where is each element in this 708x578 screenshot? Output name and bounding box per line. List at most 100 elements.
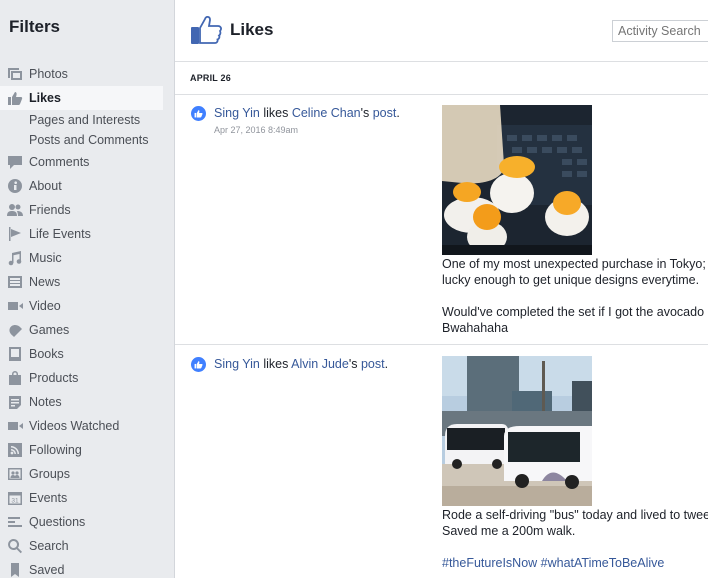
caption-line: One of my most unexpected purchase in To…: [442, 257, 708, 271]
sidebar-item-questions[interactable]: Questions: [0, 510, 174, 534]
caption-line: Rode a self-driving "bus" today and live…: [442, 508, 708, 522]
sidebar-item-life-events[interactable]: Life Events: [0, 222, 174, 246]
sidebar-item-label: Likes: [29, 91, 61, 105]
activity-story: Sing Yin likes Celine Chan's post. Apr 2…: [175, 95, 708, 345]
calendar-icon: 31: [7, 490, 23, 506]
sidebar-subitem-pages-and-interests[interactable]: Pages and Interests: [0, 110, 174, 130]
sidebar-item-label: Video: [29, 299, 61, 313]
sidebar-item-label: Comments: [29, 155, 90, 169]
rss-icon: [7, 442, 23, 458]
actor-link[interactable]: Sing Yin: [214, 106, 260, 120]
sidebar-item-following[interactable]: Following: [0, 438, 174, 462]
sidebar-item-saved[interactable]: Saved: [0, 558, 174, 578]
photos-icon: [7, 66, 23, 82]
friends-icon: [7, 202, 23, 218]
shopping-bag-icon: [7, 370, 23, 386]
sidebar-item-notes[interactable]: Notes: [0, 390, 174, 414]
target-profile-link[interactable]: Celine Chan: [292, 106, 361, 120]
period: .: [384, 357, 389, 371]
sidebar-item-videos-watched[interactable]: Videos Watched: [0, 414, 174, 438]
possessive: 's: [348, 357, 361, 371]
caption-line: lucky enough to get unique designs every…: [442, 273, 700, 287]
sidebar-item-label: Saved: [29, 563, 65, 577]
svg-text:31: 31: [11, 498, 19, 505]
sidebar-item-games[interactable]: Games: [0, 318, 174, 342]
post-image-self-driving-bus[interactable]: [442, 356, 592, 506]
sidebar-item-label: Videos Watched: [29, 419, 120, 433]
info-icon: [7, 178, 23, 194]
book-icon: [7, 346, 23, 362]
sidebar-item-news[interactable]: News: [0, 270, 174, 294]
like-badge-icon: [191, 106, 206, 121]
sidebar-item-comments[interactable]: Comments: [0, 150, 174, 174]
sidebar-item-label: Games: [29, 323, 70, 337]
like-badge-icon: [191, 357, 206, 372]
possessive: 's: [360, 106, 373, 120]
questions-icon: [7, 514, 23, 530]
post-link[interactable]: post: [361, 357, 385, 371]
sidebar-title: Filters: [9, 17, 61, 36]
bookmark-icon: [7, 562, 23, 578]
story-timestamp[interactable]: Apr 27, 2016 8:49am: [214, 125, 298, 135]
sidebar-item-label: Friends: [29, 203, 71, 217]
thumbs-up-icon: [190, 15, 222, 45]
page-title: Likes: [230, 20, 274, 39]
sidebar-item-label: Music: [29, 251, 62, 265]
gamepad-icon: [7, 322, 23, 338]
sidebar-item-label: Groups: [29, 467, 70, 481]
sidebar-item-label: Products: [29, 371, 79, 385]
search-icon: [7, 538, 23, 554]
likes-header: Likes: [175, 0, 708, 62]
sidebar-item-label: Search: [29, 539, 69, 553]
story-summary: Sing Yin likes Alvin Jude's post.: [214, 357, 388, 371]
music-note-icon: [7, 250, 23, 266]
hashtag-link[interactable]: #theFutureIsNow: [442, 556, 537, 570]
sidebar-item-label: Following: [29, 443, 82, 457]
sidebar-item-groups[interactable]: Groups: [0, 462, 174, 486]
story-verb: likes: [259, 106, 292, 120]
date-label: APRIL 26: [190, 73, 231, 83]
video-camera-icon: [7, 418, 23, 434]
activity-search-input[interactable]: [612, 20, 708, 42]
sidebar-item-events[interactable]: 31 Events: [0, 486, 174, 510]
sidebar-item-label: News: [29, 275, 61, 289]
actor-link[interactable]: Sing Yin: [214, 357, 260, 371]
sidebar-item-photos[interactable]: Photos: [0, 62, 174, 86]
sidebar-item-music[interactable]: Music: [0, 246, 174, 270]
caption-line: Saved me a 200m walk.: [442, 524, 576, 538]
hashtag-link[interactable]: #whatATimeToBeAlive: [541, 556, 665, 570]
video-camera-icon: [7, 298, 23, 314]
sidebar-item-label: Books: [29, 347, 64, 361]
period: .: [396, 106, 400, 120]
post-caption: One of my most unexpected purchase in To…: [442, 256, 708, 336]
sidebar-subitem-posts-and-comments[interactable]: Posts and Comments: [0, 130, 174, 150]
sidebar-item-likes[interactable]: Likes: [0, 86, 163, 110]
sidebar-item-label: About: [29, 179, 62, 193]
sidebar-item-about[interactable]: About: [0, 174, 174, 198]
notes-icon: [7, 394, 23, 410]
post-link[interactable]: post: [373, 106, 397, 120]
filters-nav: Photos Likes Pages and Interests Posts a…: [0, 62, 174, 578]
post-image-gudetama[interactable]: [442, 105, 592, 255]
news-icon: [7, 274, 23, 290]
sidebar-item-search[interactable]: Search: [0, 534, 174, 558]
sidebar-item-products[interactable]: Products: [0, 366, 174, 390]
caption-line: Would've completed the set if I got the …: [442, 305, 708, 319]
comment-icon: [7, 154, 23, 170]
sidebar-item-label: Events: [29, 491, 68, 505]
sidebar-item-label: Notes: [29, 395, 62, 409]
sidebar-item-label: Questions: [29, 515, 86, 529]
sidebar-item-friends[interactable]: Friends: [0, 198, 174, 222]
story-verb: likes: [259, 357, 292, 371]
sidebar-item-label: Life Events: [29, 227, 91, 241]
target-profile-link[interactable]: Alvin Jude: [291, 357, 349, 371]
filters-sidebar: Filters Photos Likes Pages and Interests…: [0, 0, 175, 578]
sidebar-item-books[interactable]: Books: [0, 342, 174, 366]
sidebar-item-label: Photos: [29, 67, 68, 81]
like-icon: [7, 90, 23, 106]
caption-line: Bwahahaha: [442, 321, 509, 335]
date-group-header: APRIL 26: [175, 62, 708, 95]
sidebar-item-video[interactable]: Video: [0, 294, 174, 318]
activity-story: Sing Yin likes Alvin Jude's post. Rode a…: [175, 346, 708, 578]
story-summary: Sing Yin likes Celine Chan's post.: [214, 106, 400, 120]
